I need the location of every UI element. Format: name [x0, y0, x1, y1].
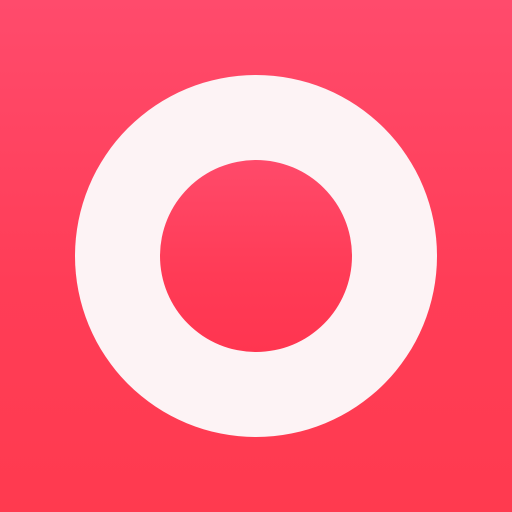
app-icon [0, 0, 512, 512]
record-center-dot [160, 160, 352, 352]
